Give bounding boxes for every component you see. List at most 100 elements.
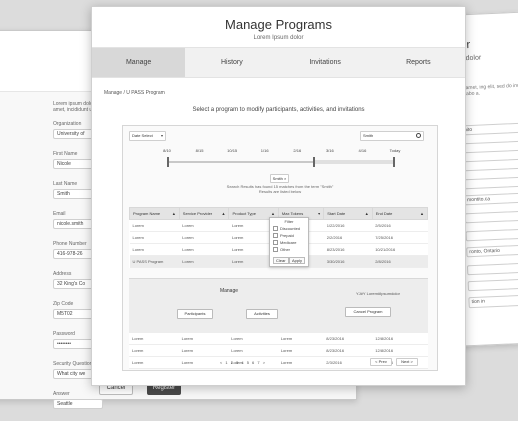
checkbox[interactable] (273, 226, 278, 232)
column-header[interactable]: Service Provider ▲ (178, 207, 230, 220)
select-value: tion in (471, 298, 486, 306)
form-input[interactable]: ronto, Ontario (466, 243, 518, 258)
timeline-label: 10/15 (227, 148, 238, 153)
instruction-text: Select a program to modify participants,… (192, 107, 365, 113)
tab-reports[interactable]: Reports (372, 48, 465, 77)
prev-page-button[interactable]: < Prev (370, 358, 392, 366)
form-input[interactable] (464, 209, 518, 224)
date-select-label: Date Select (132, 133, 153, 138)
pagination[interactable]: < 1 2 3 4 5 6 7 > (123, 360, 363, 365)
timeline-label: 3/16 (325, 148, 334, 153)
manage-panel-title: Manage (219, 288, 239, 294)
breadcrumb[interactable]: Manage / U PASS Program (104, 90, 165, 96)
form-description: sit amet, ing elit, sed do incididunt ut… (459, 82, 518, 98)
timeline-label: 8/15 (195, 148, 204, 153)
table-cell: Lorem (228, 333, 278, 345)
filter-option-label: Discounted (280, 226, 301, 231)
table-cell: Lorem (277, 344, 324, 357)
filter-option-label: Other (280, 247, 291, 252)
filter-apply-button[interactable]: Apply (288, 257, 305, 264)
column-header-label: End Date (375, 211, 393, 216)
form-input[interactable] (465, 227, 518, 242)
sort-icon[interactable]: ▲ (271, 211, 275, 216)
max-tokens-filter-popup: Filter Discounted Prepaid Medicare Other Cl… (269, 217, 309, 267)
form-input[interactable] (461, 139, 518, 154)
table-cell: Lorem (178, 344, 229, 357)
activities-button[interactable]: Activities (246, 309, 278, 319)
manage-programs-window: Manage Programs Lorem Ipsum dolor Manage… (91, 6, 466, 386)
timeline-label: 4/16 (358, 148, 367, 153)
table-cell: 2/2/2016 (323, 231, 373, 244)
filter-option[interactable]: Medicare (270, 239, 308, 246)
select-field[interactable]: tion in (468, 293, 518, 309)
filter-option-label: Prepaid (280, 233, 294, 238)
column-header[interactable]: Start Date ▲ (323, 207, 373, 220)
form-input[interactable] (462, 157, 518, 172)
column-header-label: Product Type (232, 211, 256, 216)
slider-handle-mid[interactable] (313, 157, 315, 167)
search-value: Smith (363, 133, 374, 138)
checkbox[interactable] (273, 233, 278, 239)
column-header[interactable]: Program Name ▲ (129, 207, 180, 220)
sort-icon[interactable]: ▲ (420, 211, 424, 216)
slider-handle-end[interactable] (393, 157, 395, 167)
date-select-dropdown[interactable]: Date Select ▾ (129, 131, 166, 141)
table-cell: 8/23/2016 (323, 344, 373, 357)
table-cell: Lorem (277, 333, 324, 345)
form-input[interactable] (467, 277, 518, 292)
cancel-program-button[interactable]: Cancel Program (345, 307, 391, 317)
search-filter-chip[interactable]: Smith × (270, 174, 289, 183)
column-header-label: Service Provider (182, 211, 213, 216)
column-header[interactable]: End Date ▲ (371, 207, 429, 220)
participants-button[interactable]: Participants (177, 309, 213, 319)
main-tabs: Manage History Invitations Reports (92, 47, 465, 78)
form-input[interactable]: montito.ca (463, 191, 518, 206)
table-cell: 8/23/2016 (323, 243, 373, 256)
table-cell: Lorem (179, 255, 229, 268)
form-input[interactable] (466, 261, 518, 276)
table-row[interactable]: Lorem Lorem Lorem Lorem 8/23/2016 12/8/2016 (129, 344, 428, 357)
form-input[interactable]: nito (460, 121, 518, 136)
table-cell: Lorem (129, 231, 180, 244)
sort-icon[interactable]: ▲ (365, 211, 369, 216)
sort-icon[interactable]: ▾ (318, 211, 320, 216)
program-panel: Date Select ▾ Smith 8/10 8/15 10/15 1/16 2/16… (122, 125, 438, 371)
table-cell: 1/22/2016 (323, 219, 373, 232)
form-input[interactable] (463, 175, 518, 190)
timeline-label: Today (389, 148, 401, 153)
column-header-label: Start Date (327, 211, 346, 216)
search-icon[interactable] (416, 133, 421, 138)
field-input[interactable]: Seattle (53, 399, 103, 409)
checkbox[interactable] (273, 247, 278, 253)
table-row[interactable]: Lorem Lorem Lorem Lorem 8/23/2016 12/8/2016 (129, 333, 428, 345)
table-cell: 3/30/2016 (323, 255, 373, 268)
results-message: Search Results has found 15 matches from… (123, 184, 437, 194)
sort-icon[interactable]: ▲ (222, 211, 226, 216)
filter-clear-button[interactable]: Clear (273, 257, 289, 264)
column-header-label: Program Name (133, 211, 161, 216)
slider-selected-range (313, 160, 395, 164)
filter-option-label: Medicare (280, 240, 297, 245)
sort-icon[interactable]: ▲ (172, 211, 176, 216)
table-cell: Lorem (129, 243, 180, 256)
tab-history[interactable]: History (185, 48, 278, 77)
manage-program-panel: Manage Participants Activities YJ#Y Lore… (129, 278, 428, 335)
page-title: Manage Programs (225, 17, 332, 32)
table-cell: Lorem (129, 333, 179, 345)
results-subtext: Results are listed below (258, 189, 302, 194)
slider-handle-start[interactable] (167, 157, 169, 167)
filter-option[interactable]: Other (270, 246, 308, 253)
table-cell: Lorem (179, 219, 229, 232)
page-subtitle: Lorem Ipsum dolor (253, 35, 304, 41)
next-page-button[interactable]: Next > (396, 358, 418, 366)
filter-option[interactable]: Discounted (270, 225, 308, 232)
table-cell: Lorem (129, 219, 180, 232)
checkbox[interactable] (273, 240, 278, 246)
filter-option[interactable]: Prepaid (270, 232, 308, 239)
tab-invitations[interactable]: Invitations (279, 48, 372, 77)
table-cell: Lorem (228, 344, 278, 357)
table-cell: 12/8/2016 (372, 333, 428, 345)
table-cell: 2/8/2016 (372, 255, 428, 268)
search-input[interactable]: Smith (360, 131, 424, 141)
tab-manage[interactable]: Manage (92, 48, 186, 77)
